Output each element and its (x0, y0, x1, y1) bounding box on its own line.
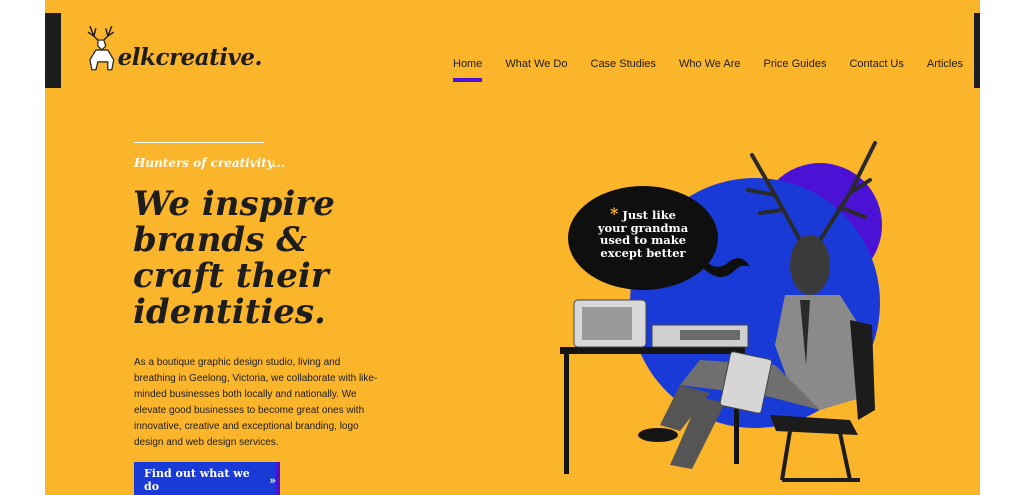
logo[interactable]: elkcreative. (82, 20, 263, 74)
nav-item-what-we-do[interactable]: What We Do (505, 58, 567, 70)
headline-line: craft their (133, 256, 329, 296)
speech-bubble-text: * Just like your grandma used to make ex… (583, 206, 703, 260)
elk-logo-icon (87, 25, 115, 71)
chevron-right-icon: » (269, 473, 276, 487)
headline-line: identities. (133, 292, 326, 332)
find-out-button[interactable]: Find out what we do » (134, 462, 280, 495)
elk-man-collage (560, 141, 882, 482)
nav-item-home[interactable]: Home (453, 58, 483, 82)
page-background: elkcreative. Home What We Do Case Studie… (45, 0, 980, 495)
nav-item-articles[interactable]: Articles (927, 58, 963, 70)
headline-line: brands & (133, 220, 307, 260)
nav-item-price-guides[interactable]: Price Guides (763, 58, 826, 70)
left-edge-bar (45, 13, 61, 88)
main-navigation: Home What We Do Case Studies Who We Are … (453, 58, 980, 82)
office-chair (770, 415, 858, 435)
nav-item-contact-us[interactable]: Contact Us (849, 58, 903, 70)
hero-illustration: * Just like your grandma used to make ex… (520, 135, 920, 495)
logo-wordmark: elkcreative. (117, 44, 263, 71)
hero-divider (134, 142, 264, 143)
hero-headline: We inspire brands & craft their identiti… (133, 186, 433, 330)
right-edge-bar (974, 13, 980, 88)
elk-head (790, 235, 830, 295)
hero-description: As a boutique graphic design studio, liv… (134, 357, 378, 448)
bubble-line: except better (600, 245, 686, 260)
cta-label: Find out what we do (144, 467, 250, 493)
hero-tagline: Hunters of creativity... (134, 156, 285, 170)
desk-top (560, 347, 745, 354)
nav-item-case-studies[interactable]: Case Studies (591, 58, 656, 70)
headline-line: We inspire (133, 184, 335, 224)
nav-item-who-we-are[interactable]: Who We Are (679, 58, 741, 70)
